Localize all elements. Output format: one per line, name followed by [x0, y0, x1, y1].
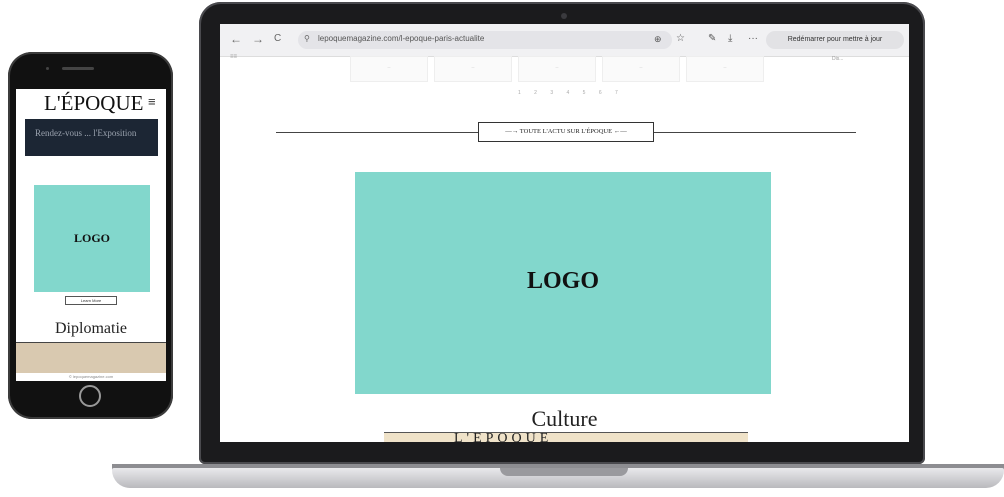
phone-speaker — [62, 67, 94, 70]
article-card[interactable]: ... — [518, 56, 596, 82]
section-image-text: L'EPOQUE — [454, 431, 553, 442]
forward-icon[interactable]: → — [252, 32, 264, 46]
phone-screen: L'ÉPOQUE ≡ Rendez-vous ... l'Exposition … — [16, 89, 166, 381]
home-button[interactable] — [79, 385, 101, 407]
logo-text: LOGO — [73, 231, 110, 245]
section-title: Diplomatie — [55, 320, 127, 337]
zoom-icon[interactable]: ⊕ — [654, 34, 662, 45]
reload-icon[interactable]: C — [274, 32, 281, 46]
section-image[interactable]: L'EPOQUE — [384, 431, 748, 442]
learn-more-button[interactable]: Learn More — [65, 296, 117, 305]
laptop-screen: ← → C ⚲ lepoquemagazine.com/l-epoque-par… — [220, 24, 909, 442]
address-bar[interactable]: ⚲ lepoquemagazine.com/l-epoque-paris-act… — [298, 31, 672, 49]
extension-icon[interactable]: ✎ — [708, 33, 716, 44]
hero-banner[interactable]: Rendez-vous ... l'Exposition — [25, 119, 158, 156]
article-card[interactable]: ... — [686, 56, 764, 82]
side-link[interactable]: Dis... — [832, 56, 843, 62]
bookmark-star-icon[interactable]: ☆ — [676, 33, 685, 44]
menu-icon[interactable]: ≡≡ — [230, 54, 237, 60]
section-image[interactable] — [16, 342, 166, 373]
logo-placeholder: LOGO — [34, 185, 150, 292]
update-browser-button[interactable]: Redémarrer pour mettre à jour — [766, 31, 904, 49]
phone-camera — [46, 67, 49, 70]
back-icon[interactable]: ← — [230, 32, 242, 46]
section-link-badge[interactable]: —→ TOUTE L'ACTU SUR L'ÉPOQUE ←— — [478, 122, 654, 142]
more-icon[interactable]: ··· — [748, 33, 758, 44]
hero-banner-text: Rendez-vous ... l'Exposition — [35, 128, 137, 138]
article-cards-strip: ... ... ... ... ... — [350, 56, 770, 82]
carousel-pagination[interactable]: 1 2 3 4 5 6 7 — [518, 90, 624, 96]
hamburger-menu-icon[interactable]: ≡ — [148, 94, 156, 109]
download-icon[interactable]: ⤓ — [728, 33, 732, 44]
browser-toolbar: ← → C ⚲ lepoquemagazine.com/l-epoque-par… — [220, 24, 909, 57]
logo-text: LOGO — [526, 268, 599, 294]
site-info-icon[interactable]: ⚲ — [304, 34, 310, 43]
laptop-camera — [561, 13, 567, 19]
article-card[interactable]: ... — [434, 56, 512, 82]
site-logo[interactable]: L'ÉPOQUE — [44, 91, 143, 116]
article-card[interactable]: ... — [350, 56, 428, 82]
footer-url: © lepoquemagazine.com — [68, 374, 114, 379]
url-text[interactable]: lepoquemagazine.com/l-epoque-paris-actua… — [318, 34, 484, 43]
logo-placeholder: LOGO — [355, 172, 771, 394]
article-card[interactable]: ... — [602, 56, 680, 82]
laptop-notch — [500, 468, 628, 476]
section-title: Culture — [531, 406, 598, 431]
